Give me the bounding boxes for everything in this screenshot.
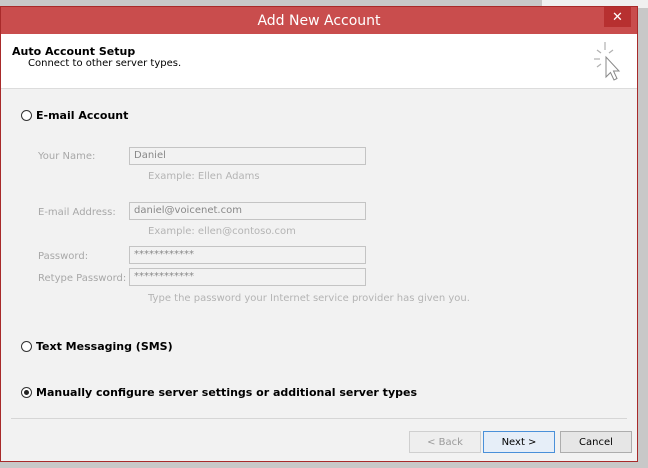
password-hint: Type the password your Internet service … <box>148 293 470 304</box>
password-input[interactable]: ************ <box>129 246 366 264</box>
email-address-label: E-mail Address: <box>38 207 116 218</box>
manual-config-radio[interactable] <box>21 387 32 398</box>
header-subtitle: Connect to other server types. <box>28 58 182 69</box>
add-new-account-dialog: Add New Account ✕ Auto Account Setup Con… <box>0 6 638 462</box>
email-account-radio[interactable] <box>21 110 32 121</box>
next-button[interactable]: Next > <box>483 431 555 453</box>
manual-config-option[interactable]: Manually configure server settings or ad… <box>21 386 417 399</box>
email-account-option[interactable]: E-mail Account <box>21 109 128 122</box>
sms-radio[interactable] <box>21 341 32 352</box>
close-button[interactable]: ✕ <box>604 7 631 27</box>
cancel-button[interactable]: Cancel <box>560 431 632 453</box>
title-bar[interactable]: Add New Account ✕ <box>1 7 637 34</box>
back-button[interactable]: < Back <box>409 431 481 453</box>
sparkle-cursor-icon <box>594 42 621 81</box>
your-name-input[interactable]: Daniel <box>129 147 366 165</box>
email-account-label: E-mail Account <box>36 109 129 122</box>
dialog-header: Auto Account Setup Connect to other serv… <box>1 34 637 89</box>
footer-divider <box>11 418 627 419</box>
screen-background: Add New Account ✕ Auto Account Setup Con… <box>0 0 648 468</box>
close-icon: ✕ <box>612 9 623 25</box>
retype-password-label: Retype Password: <box>38 273 127 284</box>
sms-label: Text Messaging (SMS) <box>36 340 173 353</box>
header-title: Auto Account Setup <box>12 45 136 58</box>
your-name-label: Your Name: <box>38 151 96 162</box>
email-address-input[interactable]: daniel@voicenet.com <box>129 202 366 220</box>
your-name-hint: Example: Ellen Adams <box>148 171 260 182</box>
password-label: Password: <box>38 251 89 262</box>
manual-config-label: Manually configure server settings or ad… <box>36 386 417 399</box>
retype-password-input[interactable]: ************ <box>129 268 366 286</box>
sms-option[interactable]: Text Messaging (SMS) <box>21 340 173 353</box>
email-address-hint: Example: ellen@contoso.com <box>148 226 296 237</box>
window-title: Add New Account <box>257 12 381 29</box>
